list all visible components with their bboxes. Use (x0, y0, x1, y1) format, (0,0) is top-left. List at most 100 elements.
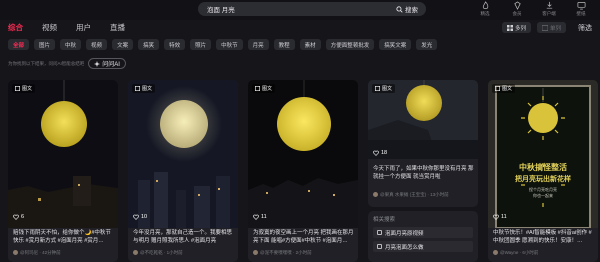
card-photo (488, 80, 598, 228)
result-column-4: 图文 18 今天下雨了，如果中秋你那里没有月亮 那就挂一个方便面 就当赏月啦 @… (368, 80, 478, 262)
related-search-label: 泡面月亮原视频 (385, 230, 424, 237)
chip-tutorial[interactable]: 教程 (273, 39, 295, 50)
filter-button[interactable]: 筛选 (578, 23, 592, 33)
top-icon-label: 精选 (480, 11, 490, 16)
card-description[interactable]: 今年没月亮，那就自己造一个。我要相思与明月 赠月照我所思人 #泡面月亮 (133, 229, 234, 245)
card-meta: @泥不要嘿嘿嘿 · 2小时前 (253, 250, 312, 256)
author-name[interactable]: 果真 水果摊 (王宝宝) (385, 192, 427, 197)
single-column-label: 单列 (549, 25, 561, 32)
author-name[interactable]: 阿玛尼 (25, 250, 39, 255)
related-searches-heading: 相关搜索 (373, 217, 396, 223)
author-avatar[interactable] (13, 250, 18, 256)
card-meta: @果真 水果摊 (王宝宝) · 13小时前 (373, 192, 449, 198)
ask-ai-button[interactable]: 问问AI (88, 58, 126, 69)
poster-headline: 中秋搞怪整活 (519, 163, 567, 172)
badge-label: 图文 (382, 86, 393, 92)
author-avatar[interactable] (373, 192, 378, 198)
tab-live[interactable]: 直播 (110, 22, 125, 33)
heart-icon (373, 150, 379, 156)
post-time: 1小时前 (166, 250, 183, 255)
result-card[interactable]: 图文 11 为寂寞的夜空画上一个月亮 把我画在那月亮下面 能唱#方便面#中秋节 … (248, 80, 358, 262)
chip-video[interactable]: 视频 (86, 39, 108, 50)
card-description[interactable]: 今天下雨了，如果中秋你那里没有月亮 那就挂一个方便面 就当赏月啦 (373, 165, 474, 181)
card-meta: @不吃乾乾 · 1小时前 (133, 250, 183, 256)
search-button-label: 搜索 (405, 7, 418, 14)
search-input[interactable]: 泡面 月亮 (198, 4, 396, 14)
result-card[interactable]: 图文 6 赔钱下雨阴天不怕，给你做个🌙#中秋节快乐 #赏月新方式 #泡面月亮 #… (8, 80, 118, 262)
result-card[interactable]: 图文 10 今年没月亮，那就自己造一个。我要相思与明月 赠月照我所思人 #泡面月… (128, 80, 238, 262)
like-count-value: 11 (261, 214, 267, 220)
related-search-item[interactable]: 月亮泡面怎么做 (373, 241, 473, 252)
result-card[interactable]: 中秋搞怪整活 把月亮玩出新花样 捏个月亮吃月亮 你也一起来 图文 11 中秋节快… (488, 80, 598, 262)
author-name[interactable]: Wayne (505, 250, 519, 255)
search-box[interactable]: 泡面 月亮 搜索 (198, 2, 426, 16)
chip-funny[interactable]: 搞笑 (138, 39, 160, 50)
chip-mid-autumn-festival[interactable]: 中秋节 (216, 39, 243, 50)
image-text-badge: 图文 (252, 84, 276, 93)
result-card[interactable]: 图文 18 今天下雨了，如果中秋你那里没有月亮 那就挂一个方便面 就当赏月啦 @… (368, 80, 478, 207)
heart-icon (493, 214, 499, 220)
image-text-badge: 图文 (372, 84, 396, 93)
author-avatar[interactable] (493, 250, 498, 256)
chip-moon[interactable]: 月亮 (247, 39, 269, 50)
tab-video[interactable]: 视频 (42, 22, 57, 33)
related-search-item[interactable]: 泡面月亮原视频 (373, 227, 473, 238)
top-icon-client[interactable]: 客户端 (538, 1, 560, 17)
related-search-label: 月亮泡面怎么做 (385, 244, 424, 251)
image-text-badge: 图文 (12, 84, 36, 93)
search-suggestion-icon (377, 244, 382, 249)
tab-user[interactable]: 用户 (76, 22, 91, 33)
tab-all[interactable]: 综合 (8, 22, 23, 33)
multi-column-button[interactable]: 多列 (501, 22, 531, 33)
gallery-icon (495, 86, 500, 91)
post-time: 6小时前 (522, 250, 539, 255)
badge-label: 图文 (22, 86, 33, 92)
top-icon-vip[interactable]: 会员 (506, 1, 528, 17)
gallery-icon (135, 86, 140, 91)
top-icon-label: 会员 (512, 11, 522, 16)
chip-photo[interactable]: 照片 (190, 39, 212, 50)
like-count: 18 (373, 150, 387, 156)
top-icon-wallpaper[interactable]: 壁纸 (570, 1, 592, 17)
related-searches: 相关搜索 泡面月亮原视频 月亮泡面怎么做 (368, 211, 478, 262)
heart-icon (133, 214, 139, 220)
like-count: 11 (493, 214, 507, 220)
image-text-badge: 图文 (492, 84, 516, 93)
gallery-icon (15, 86, 20, 91)
image-text-badge: 图文 (132, 84, 156, 93)
chip-image[interactable]: 图片 (34, 39, 56, 50)
post-time: 42分钟前 (42, 250, 61, 255)
search-button[interactable]: 搜索 (396, 4, 426, 14)
author-avatar[interactable] (253, 250, 258, 256)
result-tabs: 综合 视频 用户 直播 (8, 22, 125, 33)
chip-funny-copy[interactable]: 搞笑文案 (379, 39, 412, 50)
chip-material[interactable]: 素材 (299, 39, 321, 50)
card-meta: @Wayne · 6小时前 (493, 250, 538, 256)
author-name[interactable]: 不吃乾乾 (145, 250, 163, 255)
author-avatar[interactable] (133, 250, 138, 256)
card-description[interactable]: 中秋节快乐！#AI智能模板 #抖音ai创作 #中秋团圆季 愿溯到的快乐！安康！… (493, 229, 594, 245)
card-description[interactable]: 为寂寞的夜空画上一个月亮 把我画在那月亮下面 能唱#方便面#中秋节 #泡面月… (253, 229, 354, 245)
card-meta: @阿玛尼 · 42分钟前 (13, 250, 61, 256)
gallery-icon (255, 86, 260, 91)
like-count-value: 10 (141, 214, 148, 220)
author-name[interactable]: 泥不要嘿嘿嘿 (265, 250, 292, 255)
chip-copywriting[interactable]: 文案 (112, 39, 134, 50)
ai-hint-text: 为你找到以下结果，问问AI智能总结吧 (8, 60, 85, 66)
chip-effects[interactable]: 特效 (164, 39, 186, 50)
diamond-icon (513, 1, 521, 10)
ai-sparkle-icon (94, 60, 101, 67)
poster-caption-2: 你也一起来 (533, 193, 553, 198)
badge-label: 图文 (262, 86, 273, 92)
poster-text: 中秋搞怪整活 把月亮玩出新花样 捏个月亮吃月亮 你也一起来 (496, 162, 590, 199)
like-count: 6 (13, 214, 24, 220)
chip-mid-autumn[interactable]: 中秋 (60, 39, 82, 50)
top-icon-featured[interactable]: 精选 (474, 1, 496, 17)
card-description[interactable]: 赔钱下雨阴天不怕，给你做个🌙#中秋节快乐 #赏月新方式 #泡面月亮 #赏月… (13, 229, 114, 245)
single-column-button[interactable]: 单列 (536, 22, 566, 33)
list-icon (541, 24, 548, 31)
chip-glow[interactable]: 发光 (416, 39, 438, 50)
chip-all[interactable]: 全部 (8, 39, 30, 50)
chip-instant-noodle-wholesale[interactable]: 方便面整顿批发 (325, 39, 375, 50)
keyword-chips: 全部 图片 中秋 视频 文案 搞笑 特效 照片 中秋节 月亮 教程 素材 方便面… (8, 39, 438, 50)
